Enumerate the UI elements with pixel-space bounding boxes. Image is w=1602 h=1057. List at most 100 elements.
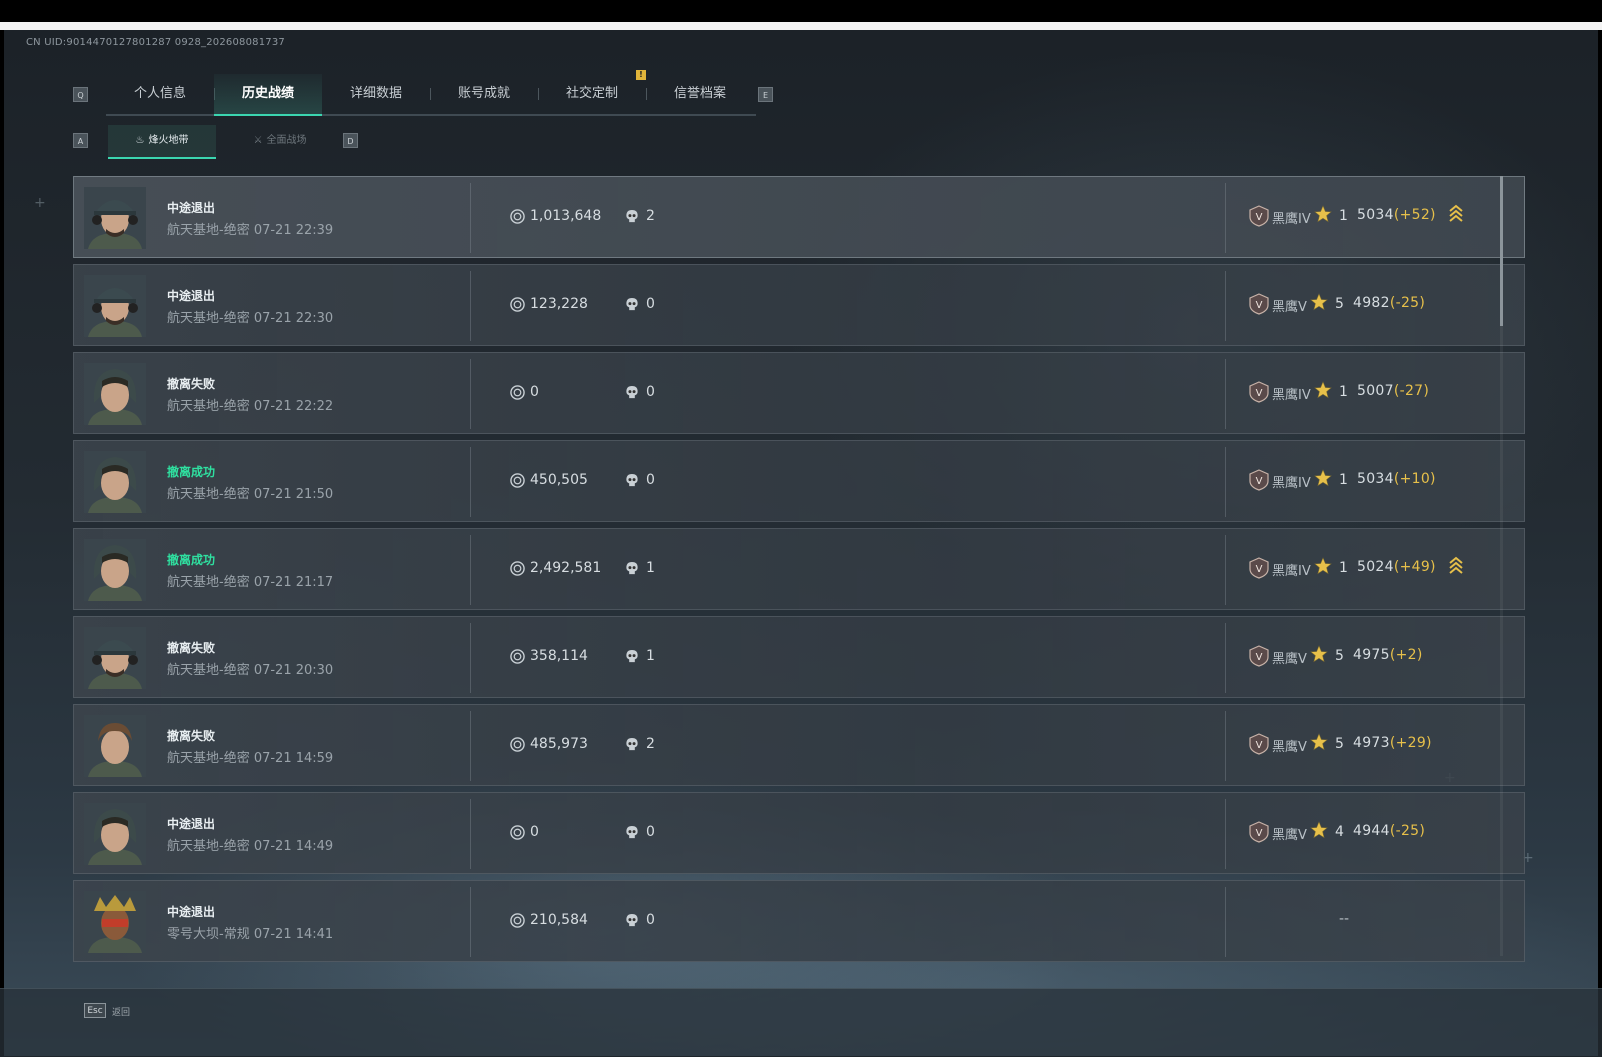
tab-credit-record[interactable]: 信誉档案 xyxy=(646,74,754,114)
kill-count: 0 xyxy=(646,824,655,840)
match-row[interactable]: 撤离成功 航天基地-绝密 07-21 21:50 450,505 0 V 黑鹰IV 1 503… xyxy=(73,440,1525,522)
coin-icon xyxy=(510,473,525,488)
tab-personal-info[interactable]: 个人信息 xyxy=(106,74,214,114)
subtab-prev-key-hint[interactable]: A xyxy=(73,133,88,148)
coin-value: 0 xyxy=(530,824,539,840)
row-divider xyxy=(470,359,471,429)
kill-count: 1 xyxy=(646,648,655,664)
row-divider xyxy=(1225,359,1226,429)
tab-prev-key-hint[interactable]: Q xyxy=(73,87,88,102)
row-divider xyxy=(470,799,471,869)
score-value: 4975 xyxy=(1353,647,1390,663)
tab-match-history[interactable]: 历史战绩 xyxy=(214,74,322,116)
match-result: 撤离失败 xyxy=(167,729,216,743)
match-result: 撤离失败 xyxy=(167,377,216,391)
rank-up-chevron-icon xyxy=(1448,555,1464,577)
rank-up-chevron-icon xyxy=(1448,203,1464,225)
star-count: 5 xyxy=(1335,736,1344,752)
operator-avatar xyxy=(84,187,146,249)
subtab-label: 全面战场 xyxy=(266,135,307,146)
skull-icon xyxy=(625,737,639,752)
row-divider xyxy=(1225,183,1226,253)
coin-icon xyxy=(510,297,525,312)
operator-avatar xyxy=(84,363,146,425)
map-and-time: 航天基地-绝密 07-21 22:30 xyxy=(167,311,334,326)
match-row[interactable]: 撤离失败 航天基地-绝密 07-21 22:22 0 0 V 黑鹰IV 1 5007(-27) xyxy=(73,352,1525,434)
rank-badge-icon: V xyxy=(1248,645,1270,667)
rank-badge-icon: V xyxy=(1248,205,1270,227)
match-row[interactable]: 撤离失败 航天基地-绝密 07-21 14:59 485,973 2 V 黑鹰V 5 4973… xyxy=(73,704,1525,786)
row-divider xyxy=(1225,447,1226,517)
uid-text: CN UID:9014470127801287 0928_20260808173… xyxy=(26,37,285,48)
coin-icon xyxy=(510,825,525,840)
map-and-time: 航天基地-绝密 07-21 22:22 xyxy=(167,399,334,414)
match-row[interactable]: 中途退出 航天基地-绝密 07-21 22:30 123,228 0 V 黑鹰V 5 4982… xyxy=(73,264,1525,346)
coin-value: 2,492,581 xyxy=(530,560,602,576)
tab-achievements[interactable]: 账号成就 xyxy=(430,74,538,114)
esc-key-button[interactable]: Esc xyxy=(84,1003,106,1018)
score-delta: (+49) xyxy=(1393,559,1436,575)
svg-text:V: V xyxy=(1256,476,1263,487)
star-icon xyxy=(1310,293,1328,311)
skull-icon xyxy=(625,209,639,224)
operator-avatar xyxy=(84,451,146,513)
match-row[interactable]: 撤离成功 航天基地-绝密 07-21 21:17 2,492,581 1 V 黑鹰IV 1 5… xyxy=(73,528,1525,610)
row-divider xyxy=(1225,271,1226,341)
operator-avatar xyxy=(84,715,146,777)
subtab-full-battlefield[interactable]: ⚔ 全面战场 xyxy=(226,125,334,157)
rank-name: 黑鹰IV xyxy=(1272,476,1311,491)
match-row[interactable]: 撤离失败 航天基地-绝密 07-21 20:30 358,114 1 V 黑鹰V 5 4975… xyxy=(73,616,1525,698)
score-delta: (-25) xyxy=(1389,823,1426,839)
score-delta: (-27) xyxy=(1393,383,1430,399)
star-icon xyxy=(1310,821,1328,839)
star-count: 1 xyxy=(1339,384,1348,400)
subtab-next-key-hint[interactable]: D xyxy=(343,133,358,148)
top-white-strip xyxy=(0,22,1602,30)
rank-name: 黑鹰IV xyxy=(1272,564,1311,579)
rank-badge-icon: V xyxy=(1248,821,1270,843)
row-divider xyxy=(1225,535,1226,605)
coin-icon xyxy=(510,737,525,752)
coin-icon xyxy=(510,649,525,664)
star-count: 1 xyxy=(1339,560,1348,576)
match-row[interactable]: 中途退出 航天基地-绝密 07-21 14:49 0 0 V 黑鹰V 4 4944(-25) xyxy=(73,792,1525,874)
subtab-label: 烽火地带 xyxy=(148,135,189,146)
no-rank-placeholder: -- xyxy=(1339,911,1350,927)
subtab-extraction-zone[interactable]: ♨ 烽火地带 xyxy=(108,125,216,159)
rank-badge-icon: V xyxy=(1248,557,1270,579)
star-icon xyxy=(1314,381,1332,399)
tab-social-custom[interactable]: 社交定制 xyxy=(538,74,646,114)
kill-count: 2 xyxy=(646,208,655,224)
coin-value: 450,505 xyxy=(530,472,588,488)
star-count: 5 xyxy=(1335,648,1344,664)
match-result: 中途退出 xyxy=(167,817,216,831)
kill-count: 1 xyxy=(646,560,655,576)
svg-text:V: V xyxy=(1256,740,1263,751)
coin-value: 1,013,648 xyxy=(530,208,602,224)
row-divider xyxy=(470,183,471,253)
star-icon xyxy=(1314,205,1332,223)
scrollbar[interactable] xyxy=(1500,176,1503,956)
row-divider xyxy=(470,887,471,957)
tab-next-key-hint[interactable]: E xyxy=(758,87,773,102)
match-result: 中途退出 xyxy=(167,289,216,303)
rank-badge-icon: V xyxy=(1248,733,1270,755)
tab-detailed-data[interactable]: 详细数据 xyxy=(322,74,430,114)
match-result: 撤离成功 xyxy=(167,553,216,567)
map-and-time: 航天基地-绝密 07-21 21:17 xyxy=(167,575,334,590)
coin-icon xyxy=(510,385,525,400)
scrollbar-thumb[interactable] xyxy=(1500,176,1503,326)
star-icon xyxy=(1314,469,1332,487)
skull-icon xyxy=(625,561,639,576)
rank-score: 4944(-25) xyxy=(1353,823,1425,839)
match-row[interactable]: 中途退出 零号大坝-常规 07-21 14:41 210,584 0 -- xyxy=(73,880,1525,962)
top-black-bar xyxy=(0,0,1602,22)
skull-icon xyxy=(625,913,639,928)
rank-name: 黑鹰IV xyxy=(1272,212,1311,227)
map-and-time: 航天基地-绝密 07-21 14:59 xyxy=(167,751,334,766)
star-count: 1 xyxy=(1339,472,1348,488)
coin-value: 0 xyxy=(530,384,539,400)
row-divider xyxy=(470,535,471,605)
match-row[interactable]: 中途退出 航天基地-绝密 07-21 22:39 1,013,648 2 V 黑鹰IV 1 5… xyxy=(73,176,1525,258)
kill-count: 0 xyxy=(646,912,655,928)
